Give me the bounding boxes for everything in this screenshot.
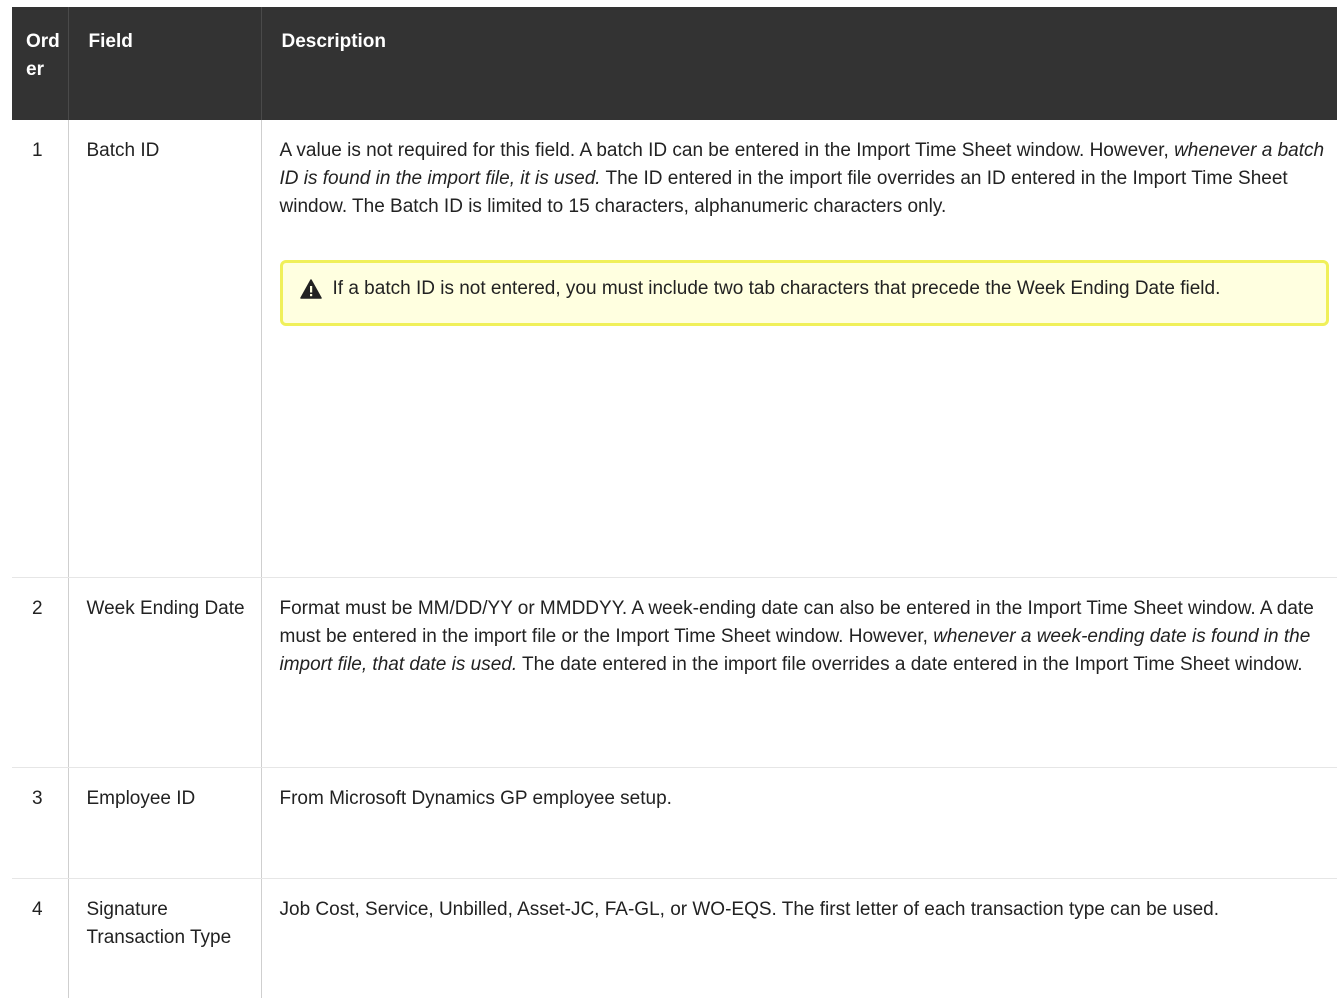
row-description: A value is not required for this field. … <box>260 120 1337 578</box>
header-field: Field <box>67 7 261 120</box>
row-order: 4 <box>32 898 43 920</box>
row-description: Format must be MM/DD/YY or MMDDYY. A wee… <box>260 577 1337 768</box>
header-row: Order Field Description <box>12 7 1337 120</box>
table-row: 2 Week Ending Date Format must be MM/DD/… <box>12 577 1337 768</box>
warning-note: If a batch ID is not entered, you must i… <box>279 260 1329 326</box>
row-description: Job Cost, Service, Unbilled, Asset-JC, F… <box>260 878 1337 998</box>
table-row: 1 Batch ID A value is not required for t… <box>12 120 1337 578</box>
row-description: From Microsoft Dynamics GP employee setu… <box>260 767 1337 879</box>
warning-icon <box>299 279 322 299</box>
table-body: 1 Batch ID A value is not required for t… <box>12 120 1337 998</box>
header-description: Description <box>260 7 1337 120</box>
row-order: 1 <box>12 120 68 578</box>
row-field: Employee ID <box>67 767 261 879</box>
row-order: 3 <box>12 767 68 879</box>
description-text: A value is not required for this field. … <box>280 137 1330 221</box>
description-text: From Microsoft Dynamics GP employee setu… <box>279 787 672 809</box>
import-fields-table: Order Field Description 1 Batch ID A val… <box>12 7 1337 998</box>
header-order: Order <box>12 7 68 120</box>
description-part: The date entered in the import file over… <box>517 653 1303 675</box>
row-field: Week Ending Date <box>67 577 261 768</box>
warning-text: If a batch ID is not entered, you must i… <box>332 278 1221 299</box>
description-text: Format must be MM/DD/YY or MMDDYY. A wee… <box>280 595 1330 679</box>
table-row: 4 Signature Transaction Type Job Cost, S… <box>12 878 1337 998</box>
row-order: 2 <box>12 577 68 768</box>
row-field: Batch ID <box>67 120 261 578</box>
table-row: 3 Employee ID From Microsoft Dynamics GP… <box>12 767 1337 879</box>
description-part: A value is not required for this field. … <box>279 140 1175 161</box>
description-text: Job Cost, Service, Unbilled, Asset-JC, F… <box>279 898 1220 920</box>
row-field: Signature Transaction Type <box>67 878 261 998</box>
table-header: Order Field Description <box>12 7 1337 120</box>
